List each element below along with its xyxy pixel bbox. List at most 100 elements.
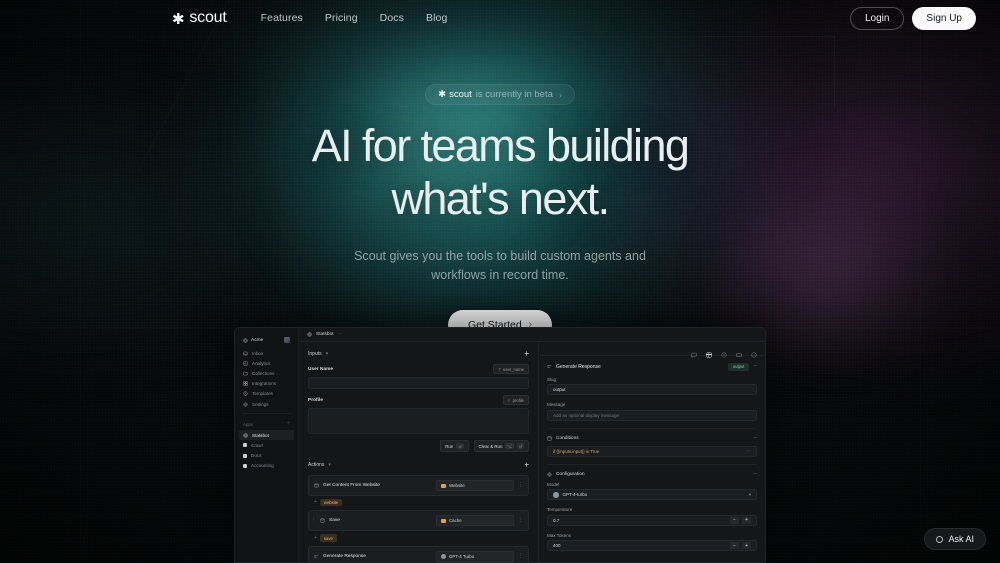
sidebar-item-accounting[interactable]: Accounting bbox=[239, 461, 294, 471]
condition-row[interactable]: if {{inputs.input}} is True ⋯ bbox=[547, 445, 757, 457]
clear-and-run-button[interactable]: Clear & Run ⌥ ⏎ bbox=[473, 440, 529, 452]
collapse-icon[interactable]: ─ bbox=[753, 471, 757, 477]
add-input-button[interactable]: + bbox=[524, 350, 529, 358]
add-output-icon[interactable]: + bbox=[314, 535, 317, 541]
variable-badge[interactable]: T user_name bbox=[492, 364, 529, 374]
workspace-switcher[interactable]: Acme bbox=[239, 334, 294, 348]
type-icon: ≡ bbox=[507, 397, 511, 403]
integrations-icon bbox=[243, 381, 248, 386]
collapse-icon[interactable]: ─ bbox=[753, 364, 757, 369]
decrement-button[interactable]: − bbox=[730, 516, 739, 524]
action-menu-icon[interactable]: ⋮ bbox=[518, 483, 523, 488]
folder-icon bbox=[441, 518, 446, 523]
action-row[interactable]: ⋮ Save Cache ⋮ bbox=[308, 510, 529, 532]
max-tokens-stepper[interactable]: 400 − + bbox=[547, 540, 757, 552]
login-button[interactable]: Login bbox=[849, 6, 905, 30]
variable-name: profile bbox=[512, 397, 524, 403]
nav-link-blog[interactable]: Blog bbox=[426, 12, 447, 24]
sidebar-item-analytics[interactable]: Analytics bbox=[239, 358, 294, 368]
analytics-icon bbox=[243, 361, 248, 366]
profile-input[interactable] bbox=[308, 408, 529, 434]
brand-logo[interactable]: ✱ scout bbox=[172, 9, 227, 27]
sidebar-item-docs[interactable]: Docs bbox=[239, 451, 294, 461]
nav-link-features[interactable]: Features bbox=[261, 12, 303, 24]
sidebar-item-collections[interactable]: Collections bbox=[239, 368, 294, 378]
chevron-down-icon[interactable]: ▾ bbox=[326, 351, 329, 357]
variable-badge[interactable]: ≡ profile bbox=[502, 395, 529, 405]
actions-section-header: Actions ▾ + bbox=[308, 461, 529, 469]
folder-icon bbox=[441, 483, 446, 488]
sidebar-label: Collections bbox=[252, 370, 275, 376]
inspector-body: Generate Response output ─ Slug output M… bbox=[539, 356, 765, 562]
sidebar-item-settings[interactable]: Settings bbox=[239, 399, 294, 409]
increment-button[interactable]: + bbox=[742, 542, 751, 550]
collapse-icon[interactable]: ─ bbox=[753, 435, 757, 441]
add-action-button[interactable]: + bbox=[524, 461, 529, 469]
action-row[interactable]: Generate Response GPT-4 Turbo ⋮ bbox=[308, 545, 529, 562]
sidebar-item-inbox[interactable]: Inbox bbox=[239, 348, 294, 358]
tab-statsbot[interactable]: Statsbot bbox=[316, 332, 334, 337]
action-menu-icon[interactable]: ⋮ bbox=[518, 553, 523, 559]
beta-announcement-badge[interactable]: ✱ scout is currently in beta › bbox=[425, 84, 575, 105]
temperature-stepper[interactable]: 0.7 − + bbox=[547, 514, 757, 526]
drag-handle-icon[interactable]: ⋮ bbox=[311, 518, 316, 523]
sidebar-item-templates[interactable]: Templates bbox=[239, 389, 294, 399]
nav-link-docs[interactable]: Docs bbox=[380, 12, 404, 24]
action-target[interactable]: Cache bbox=[436, 515, 514, 527]
ask-ai-label: Ask AI bbox=[948, 534, 974, 544]
asterisk-icon: ✱ bbox=[172, 10, 185, 28]
templates-icon bbox=[243, 391, 248, 396]
action-menu-icon[interactable]: ⋮ bbox=[518, 518, 523, 523]
message-input[interactable]: Add an optional display message bbox=[547, 409, 757, 421]
ask-ai-button[interactable]: Ask AI bbox=[924, 528, 986, 550]
increment-button[interactable]: + bbox=[742, 516, 751, 524]
model-select[interactable]: GPT-4-turbo ▾ bbox=[547, 489, 757, 501]
layout-icon[interactable] bbox=[706, 345, 712, 358]
avatar[interactable] bbox=[284, 337, 290, 343]
hero-subtitle: Scout gives you the tools to build custo… bbox=[354, 249, 646, 283]
configuration-section-header[interactable]: Configuration ─ bbox=[547, 471, 757, 477]
model-value: GPT-4-turbo bbox=[562, 492, 588, 498]
conditions-title: Conditions bbox=[556, 435, 579, 441]
action-output-row: + website bbox=[308, 499, 529, 510]
sidebar-item-statsbot[interactable]: Statsbot bbox=[239, 430, 294, 441]
headline-line-1: AI for teams building bbox=[311, 120, 690, 171]
max-tokens-label: Max Tokens bbox=[547, 532, 571, 538]
signup-button[interactable]: Sign Up bbox=[912, 6, 976, 30]
inspector-header: Generate Response output ─ bbox=[547, 362, 757, 371]
sidebar-label: Templates bbox=[252, 391, 273, 397]
folder-icon[interactable] bbox=[736, 345, 742, 358]
action-target[interactable]: Website bbox=[436, 480, 514, 491]
info-icon[interactable] bbox=[751, 345, 757, 358]
slug-label: Slug bbox=[547, 376, 557, 382]
action-name: Generate Response bbox=[323, 553, 366, 559]
output-chip[interactable]: save bbox=[319, 534, 337, 542]
add-output-icon[interactable]: + bbox=[314, 500, 317, 505]
action-row[interactable]: Get Content From Website Website ⋮ bbox=[308, 475, 529, 496]
top-navigation: ✱ scout Features Pricing Docs Blog Login… bbox=[0, 0, 1000, 36]
decrement-button[interactable]: − bbox=[730, 542, 739, 550]
model-icon bbox=[441, 553, 446, 559]
tab-menu-icon[interactable]: ··· bbox=[338, 332, 343, 337]
chat-icon[interactable] bbox=[691, 345, 697, 359]
run-button[interactable]: Run ⏎ bbox=[440, 440, 469, 452]
inspector-title: Generate Response bbox=[556, 363, 601, 370]
sidebar-item-integrations[interactable]: Integrations bbox=[239, 379, 294, 389]
username-input[interactable] bbox=[308, 377, 529, 389]
action-target[interactable]: GPT-4 Turbo bbox=[436, 550, 514, 562]
add-app-button[interactable]: + bbox=[286, 421, 290, 427]
nav-link-pricing[interactable]: Pricing bbox=[325, 12, 358, 24]
chevron-down-icon[interactable]: ▾ bbox=[328, 462, 331, 468]
badge-brand: ✱ scout bbox=[438, 89, 472, 100]
app-square-icon bbox=[243, 463, 247, 468]
slug-input[interactable]: output bbox=[547, 384, 757, 396]
sidebar-label: Statsbot bbox=[252, 432, 269, 438]
sidebar-item-crawl[interactable]: Crawl bbox=[239, 440, 294, 450]
output-chip[interactable]: website bbox=[319, 499, 343, 507]
condition-menu-icon[interactable]: ⋯ bbox=[746, 448, 751, 454]
gear-icon bbox=[307, 332, 312, 337]
target-label: GPT-4 Turbo bbox=[449, 553, 475, 559]
enter-key-icon: ⏎ bbox=[456, 443, 464, 449]
conditions-section-header[interactable]: Conditions ─ bbox=[547, 435, 757, 441]
history-icon[interactable] bbox=[721, 345, 727, 358]
